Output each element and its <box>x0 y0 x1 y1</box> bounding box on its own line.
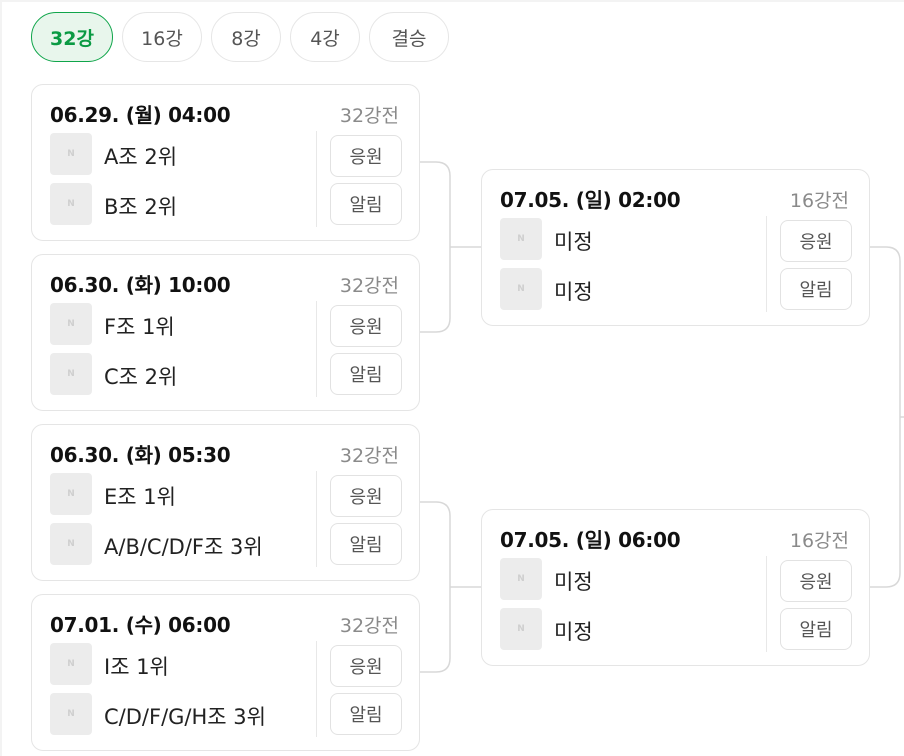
team-name: A조 2위 <box>104 145 178 169</box>
divider <box>766 556 767 652</box>
alarm-button[interactable]: 알림 <box>330 693 402 735</box>
divider <box>316 131 317 227</box>
team-row: N I조 1위 <box>50 643 310 685</box>
alarm-button[interactable]: 알림 <box>330 353 402 395</box>
team-row: N B조 2위 <box>50 183 310 225</box>
team-name: C/D/F/G/H조 3위 <box>104 705 266 729</box>
match-round: 16강전 <box>789 530 849 552</box>
team-name: C조 2위 <box>104 365 178 389</box>
match-date: 07.05. (일) 02:00 <box>500 188 681 212</box>
divider <box>316 301 317 397</box>
team-logo-placeholder-icon: N <box>50 353 92 395</box>
team-name: 미정 <box>554 280 593 304</box>
match-round: 16강전 <box>789 190 849 212</box>
divider <box>316 641 317 737</box>
match-card: 06.30. (화) 05:30 32강전 N E조 1위 N A/B/C/D/… <box>31 424 420 581</box>
team-logo-placeholder-icon: N <box>50 183 92 225</box>
team-row: N A조 2위 <box>50 133 310 175</box>
team-logo-placeholder-icon: N <box>50 473 92 515</box>
match-date: 06.30. (화) 05:30 <box>50 443 231 467</box>
match-card: 07.05. (일) 02:00 16강전 N 미정 N 미정 응원 알림 <box>481 169 870 326</box>
alarm-button[interactable]: 알림 <box>780 608 852 650</box>
team-logo-placeholder-icon: N <box>500 218 542 260</box>
team-row: N 미정 <box>500 268 760 310</box>
team-row: N C/D/F/G/H조 3위 <box>50 693 310 735</box>
cheer-button[interactable]: 응원 <box>330 305 402 347</box>
cheer-button[interactable]: 응원 <box>330 475 402 517</box>
alarm-button[interactable]: 알림 <box>330 523 402 565</box>
team-name: E조 1위 <box>104 485 176 509</box>
bracket-line <box>420 161 451 333</box>
team-logo-placeholder-icon: N <box>50 643 92 685</box>
match-round: 32강전 <box>339 105 399 127</box>
match-date: 06.29. (월) 04:00 <box>50 103 231 127</box>
match-card: 06.30. (화) 10:00 32강전 N F조 1위 N C조 2위 응원… <box>31 254 420 411</box>
cheer-button[interactable]: 응원 <box>330 645 402 687</box>
team-row: N 미정 <box>500 608 760 650</box>
team-logo-placeholder-icon: N <box>500 268 542 310</box>
match-round: 32강전 <box>339 615 399 637</box>
divider <box>316 471 317 567</box>
team-name: F조 1위 <box>104 315 175 339</box>
team-name: B조 2위 <box>104 195 178 219</box>
cheer-button[interactable]: 응원 <box>330 135 402 177</box>
divider <box>766 216 767 312</box>
bracket-line <box>420 501 451 673</box>
alarm-button[interactable]: 알림 <box>330 183 402 225</box>
team-name: I조 1위 <box>104 655 169 679</box>
match-card: 07.01. (수) 06:00 32강전 N I조 1위 N C/D/F/G/… <box>31 594 420 751</box>
team-name: 미정 <box>554 620 593 644</box>
cheer-button[interactable]: 응원 <box>780 560 852 602</box>
team-row: N F조 1위 <box>50 303 310 345</box>
alarm-button[interactable]: 알림 <box>780 268 852 310</box>
team-row: N 미정 <box>500 558 760 600</box>
match-round: 32강전 <box>339 445 399 467</box>
team-name: A/B/C/D/F조 3위 <box>104 535 263 559</box>
team-row: N A/B/C/D/F조 3위 <box>50 523 310 565</box>
team-logo-placeholder-icon: N <box>50 303 92 345</box>
match-round: 32강전 <box>339 275 399 297</box>
team-row: N 미정 <box>500 218 760 260</box>
team-row: N C조 2위 <box>50 353 310 395</box>
team-name: 미정 <box>554 230 593 254</box>
team-logo-placeholder-icon: N <box>500 558 542 600</box>
match-date: 06.30. (화) 10:00 <box>50 273 231 297</box>
match-card: 07.05. (일) 06:00 16강전 N 미정 N 미정 응원 알림 <box>481 509 870 666</box>
team-name: 미정 <box>554 570 593 594</box>
team-logo-placeholder-icon: N <box>50 693 92 735</box>
team-logo-placeholder-icon: N <box>50 523 92 565</box>
team-row: N E조 1위 <box>50 473 310 515</box>
match-date: 07.05. (일) 06:00 <box>500 528 681 552</box>
cheer-button[interactable]: 응원 <box>780 220 852 262</box>
team-logo-placeholder-icon: N <box>500 608 542 650</box>
bracket-line <box>870 246 901 588</box>
match-date: 07.01. (수) 06:00 <box>50 613 231 637</box>
team-logo-placeholder-icon: N <box>50 133 92 175</box>
match-card: 06.29. (월) 04:00 32강전 N A조 2위 N B조 2위 응원… <box>31 84 420 241</box>
